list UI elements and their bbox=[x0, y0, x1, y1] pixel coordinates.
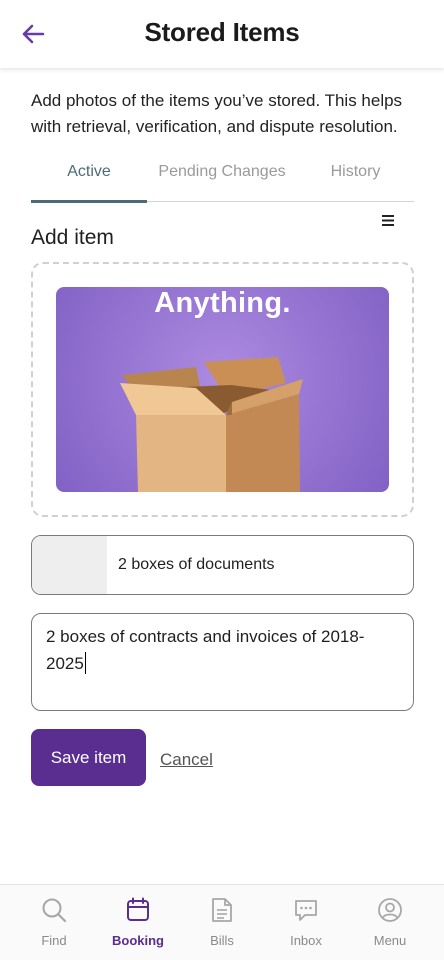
nav-menu[interactable]: Menu bbox=[348, 885, 432, 960]
nav-label-inbox: Inbox bbox=[290, 933, 322, 948]
nav-find[interactable]: Find bbox=[12, 885, 96, 960]
page-title: Stored Items bbox=[144, 17, 300, 47]
item-photo: Anything. bbox=[56, 287, 389, 492]
item-name-field[interactable]: 2 boxes of documents bbox=[31, 535, 414, 595]
item-thumbnail-placeholder[interactable] bbox=[32, 536, 107, 594]
nav-booking[interactable]: Booking bbox=[96, 885, 180, 960]
cancel-link[interactable]: Cancel bbox=[160, 750, 213, 770]
document-icon bbox=[212, 898, 232, 922]
search-icon bbox=[42, 898, 67, 923]
nav-bills[interactable]: Bills bbox=[180, 885, 264, 960]
nav-label-find: Find bbox=[41, 933, 67, 948]
nav-inbox[interactable]: Inbox bbox=[264, 885, 348, 960]
bottom-navigation: Find Booking Bills Inbox Menu bbox=[0, 884, 444, 960]
nav-label-booking: Booking bbox=[112, 933, 164, 948]
item-description-value: 2 boxes of contracts and invoices of 201… bbox=[46, 627, 365, 673]
tab-active[interactable]: Active bbox=[31, 154, 147, 203]
nav-label-bills: Bills bbox=[210, 933, 234, 948]
options-menu-button[interactable] bbox=[378, 210, 398, 230]
intro-text: Add photos of the items you’ve stored. T… bbox=[31, 91, 403, 136]
chat-icon bbox=[295, 900, 317, 921]
photo-upload-area[interactable]: Anything. bbox=[31, 262, 414, 517]
add-item-heading: Add item bbox=[31, 226, 114, 249]
app-header: Stored Items bbox=[0, 0, 444, 68]
save-item-button[interactable]: Save item bbox=[31, 729, 146, 786]
item-name-value: 2 boxes of documents bbox=[118, 556, 275, 573]
text-cursor bbox=[84, 652, 86, 674]
tab-bar: Active Pending Changes History bbox=[31, 154, 414, 203]
hamburger-menu-icon bbox=[382, 214, 394, 226]
tab-pending-changes[interactable]: Pending Changes bbox=[147, 154, 297, 201]
cardboard-box-illustration bbox=[120, 357, 303, 492]
user-circle-icon bbox=[378, 898, 402, 922]
calendar-icon bbox=[127, 897, 149, 921]
item-description-field[interactable]: 2 boxes of contracts and invoices of 201… bbox=[31, 613, 414, 711]
tab-history[interactable]: History bbox=[297, 154, 414, 201]
nav-label-menu: Menu bbox=[373, 933, 407, 948]
